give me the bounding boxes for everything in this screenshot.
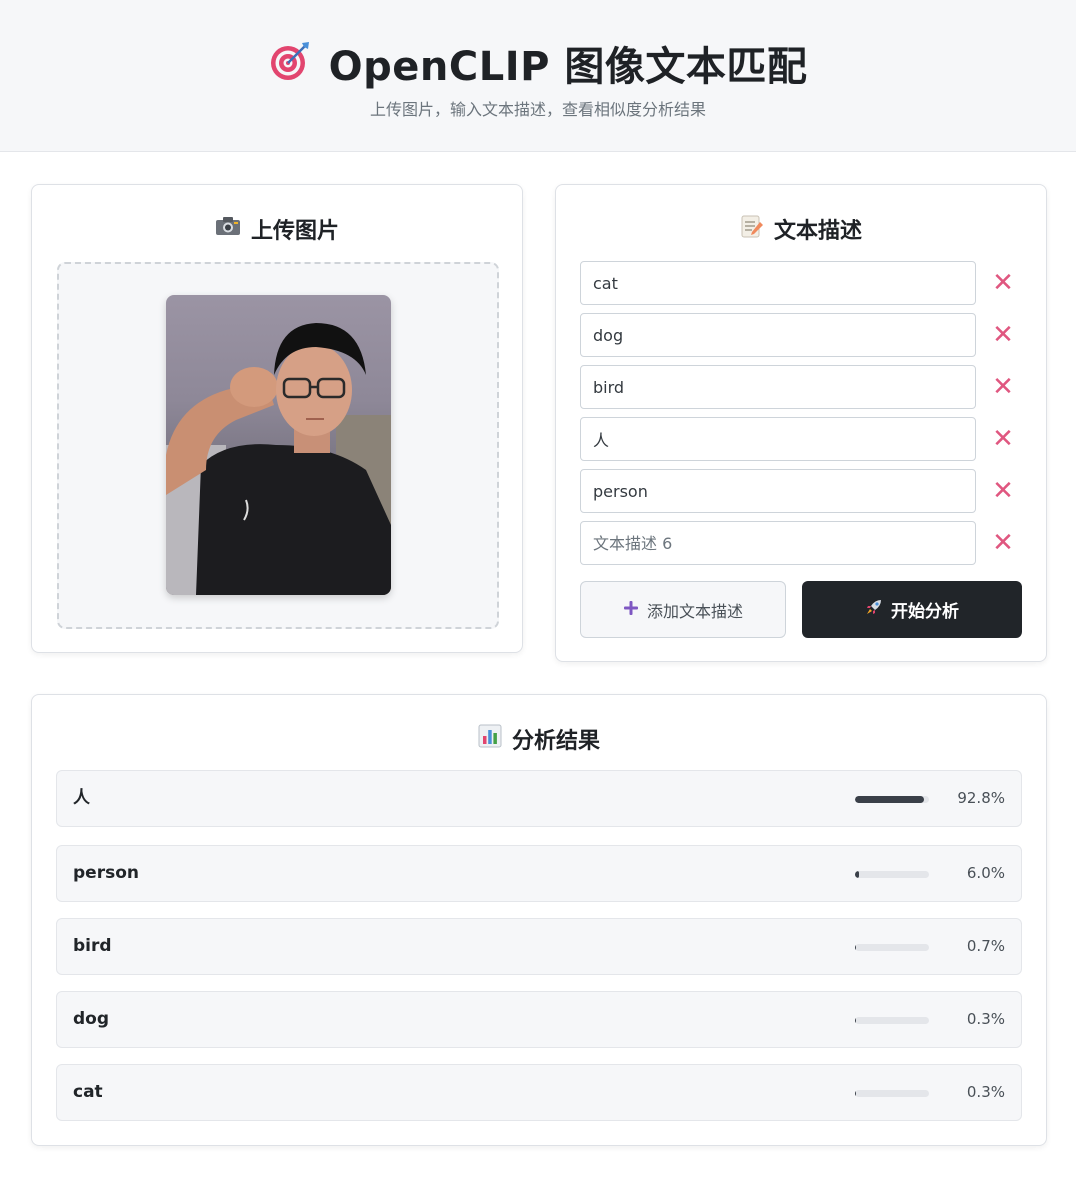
results-card: 分析结果 人 92.8% person 6.0% bird 0.7% dog 0…	[31, 694, 1047, 1146]
result-percent: 0.7%	[966, 937, 1005, 955]
add-text-button[interactable]: 添加文本描述	[580, 581, 786, 638]
rocket-icon	[865, 598, 883, 621]
text-input-6[interactable]	[580, 521, 976, 565]
text-input-1[interactable]	[580, 261, 976, 305]
page-title: OpenCLIP 图像文本匹配	[328, 44, 808, 90]
result-bar-track	[855, 871, 929, 878]
result-bar-fill	[855, 871, 860, 878]
result-percent: 0.3%	[966, 1010, 1005, 1028]
text-input-2[interactable]	[580, 313, 976, 357]
results-card-title: 分析结果	[32, 723, 1046, 755]
upload-title-text: 上传图片	[250, 219, 339, 244]
text-input-5[interactable]	[580, 469, 976, 513]
camera-icon	[215, 215, 241, 243]
result-row: person 6.0%	[56, 845, 1022, 902]
delete-text-button-3[interactable]: ✕	[989, 373, 1017, 401]
title-row: OpenCLIP 图像文本匹配	[0, 34, 1076, 92]
result-row: dog 0.3%	[56, 991, 1022, 1048]
delete-text-button-5[interactable]: ✕	[989, 477, 1017, 505]
result-percent: 92.8%	[957, 789, 1005, 807]
result-bar-fill	[855, 944, 857, 951]
text-row-1: ✕	[580, 261, 1022, 305]
result-bar-track	[855, 1090, 929, 1097]
result-label: cat	[73, 1082, 103, 1102]
results-title-text: 分析结果	[511, 729, 600, 754]
result-percent: 0.3%	[966, 1083, 1005, 1101]
result-row: bird 0.7%	[56, 918, 1022, 975]
result-row: 人 92.8%	[56, 770, 1022, 827]
plus-icon	[623, 600, 639, 620]
target-icon	[269, 40, 311, 86]
text-card-title: 文本描述	[556, 213, 1046, 245]
delete-text-button-2[interactable]: ✕	[989, 321, 1017, 349]
text-row-6: ✕	[580, 521, 1022, 565]
result-bar-track	[855, 796, 929, 803]
result-bar-fill	[855, 1017, 857, 1024]
result-label: dog	[73, 1009, 110, 1029]
result-bar-fill	[855, 796, 924, 803]
memo-icon	[740, 214, 764, 244]
image-dropzone[interactable]	[57, 262, 499, 629]
bar-chart-icon	[478, 724, 502, 754]
upload-card-title: 上传图片	[32, 213, 522, 245]
delete-text-button-1[interactable]: ✕	[989, 269, 1017, 297]
result-label: bird	[73, 936, 112, 956]
start-analysis-button[interactable]: 开始分析	[802, 581, 1022, 638]
text-row-4: ✕	[580, 417, 1022, 461]
text-row-2: ✕	[580, 313, 1022, 357]
text-title-text: 文本描述	[773, 219, 862, 244]
text-input-3[interactable]	[580, 365, 976, 409]
delete-text-button-6[interactable]: ✕	[989, 529, 1017, 557]
result-bar-fill	[855, 1090, 857, 1097]
result-label: 人	[73, 788, 90, 808]
result-percent: 6.0%	[966, 864, 1005, 882]
result-bar-track	[855, 1017, 929, 1024]
upload-card: 上传图片	[31, 184, 523, 653]
page-header: OpenCLIP 图像文本匹配 上传图片，输入文本描述，查看相似度分析结果	[0, 0, 1076, 152]
text-row-5: ✕	[580, 469, 1022, 513]
text-descriptions-card: 文本描述 ✕ ✕ ✕ ✕ ✕ ✕ 添加文本描述	[555, 184, 1047, 662]
result-label: person	[73, 863, 139, 883]
text-row-3: ✕	[580, 365, 1022, 409]
delete-text-button-4[interactable]: ✕	[989, 425, 1017, 453]
result-bar-track	[855, 944, 929, 951]
uploaded-image-preview	[166, 295, 391, 595]
result-row: cat 0.3%	[56, 1064, 1022, 1121]
page-subtitle: 上传图片，输入文本描述，查看相似度分析结果	[369, 100, 706, 119]
text-input-4[interactable]	[580, 417, 976, 461]
start-analysis-label: 开始分析	[891, 602, 959, 622]
add-text-label: 添加文本描述	[646, 601, 743, 621]
